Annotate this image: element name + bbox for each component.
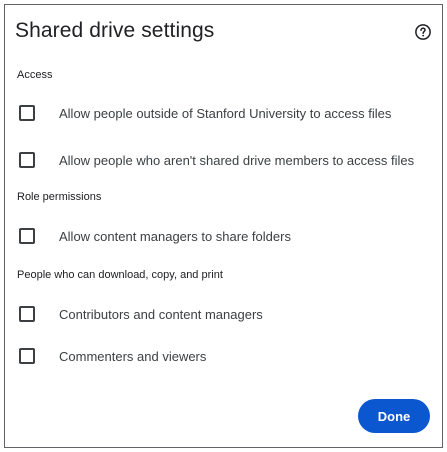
option-contributors-content-managers[interactable]: Contributors and content managers	[19, 303, 263, 325]
shared-drive-settings-dialog: Shared drive settings Access Allow peopl…	[4, 4, 443, 448]
option-label: Commenters and viewers	[59, 348, 207, 364]
option-allow-outside-access[interactable]: Allow people outside of Stanford Univers…	[19, 102, 391, 124]
checkbox[interactable]	[19, 105, 35, 121]
checkbox[interactable]	[19, 306, 35, 322]
section-label-access: Access	[17, 69, 53, 81]
done-button[interactable]: Done	[358, 399, 430, 433]
checkbox[interactable]	[19, 228, 35, 244]
option-label: Allow people who aren't shared drive mem…	[59, 152, 415, 168]
section-label-download-copy-print: People who can download, copy, and print	[17, 269, 223, 281]
option-label: Allow content managers to share folders	[59, 228, 291, 244]
option-allow-non-members-access[interactable]: Allow people who aren't shared drive mem…	[19, 149, 414, 171]
dialog-title: Shared drive settings	[15, 19, 215, 42]
option-label: Contributors and content managers	[59, 306, 263, 322]
option-label: Allow people outside of Stanford Univers…	[59, 105, 392, 121]
option-content-managers-share-folders[interactable]: Allow content managers to share folders	[19, 225, 291, 247]
help-icon[interactable]	[414, 23, 432, 41]
checkbox[interactable]	[19, 348, 35, 364]
section-label-role-permissions: Role permissions	[17, 191, 102, 203]
checkbox[interactable]	[19, 152, 35, 168]
option-commenters-viewers[interactable]: Commenters and viewers	[19, 345, 206, 367]
